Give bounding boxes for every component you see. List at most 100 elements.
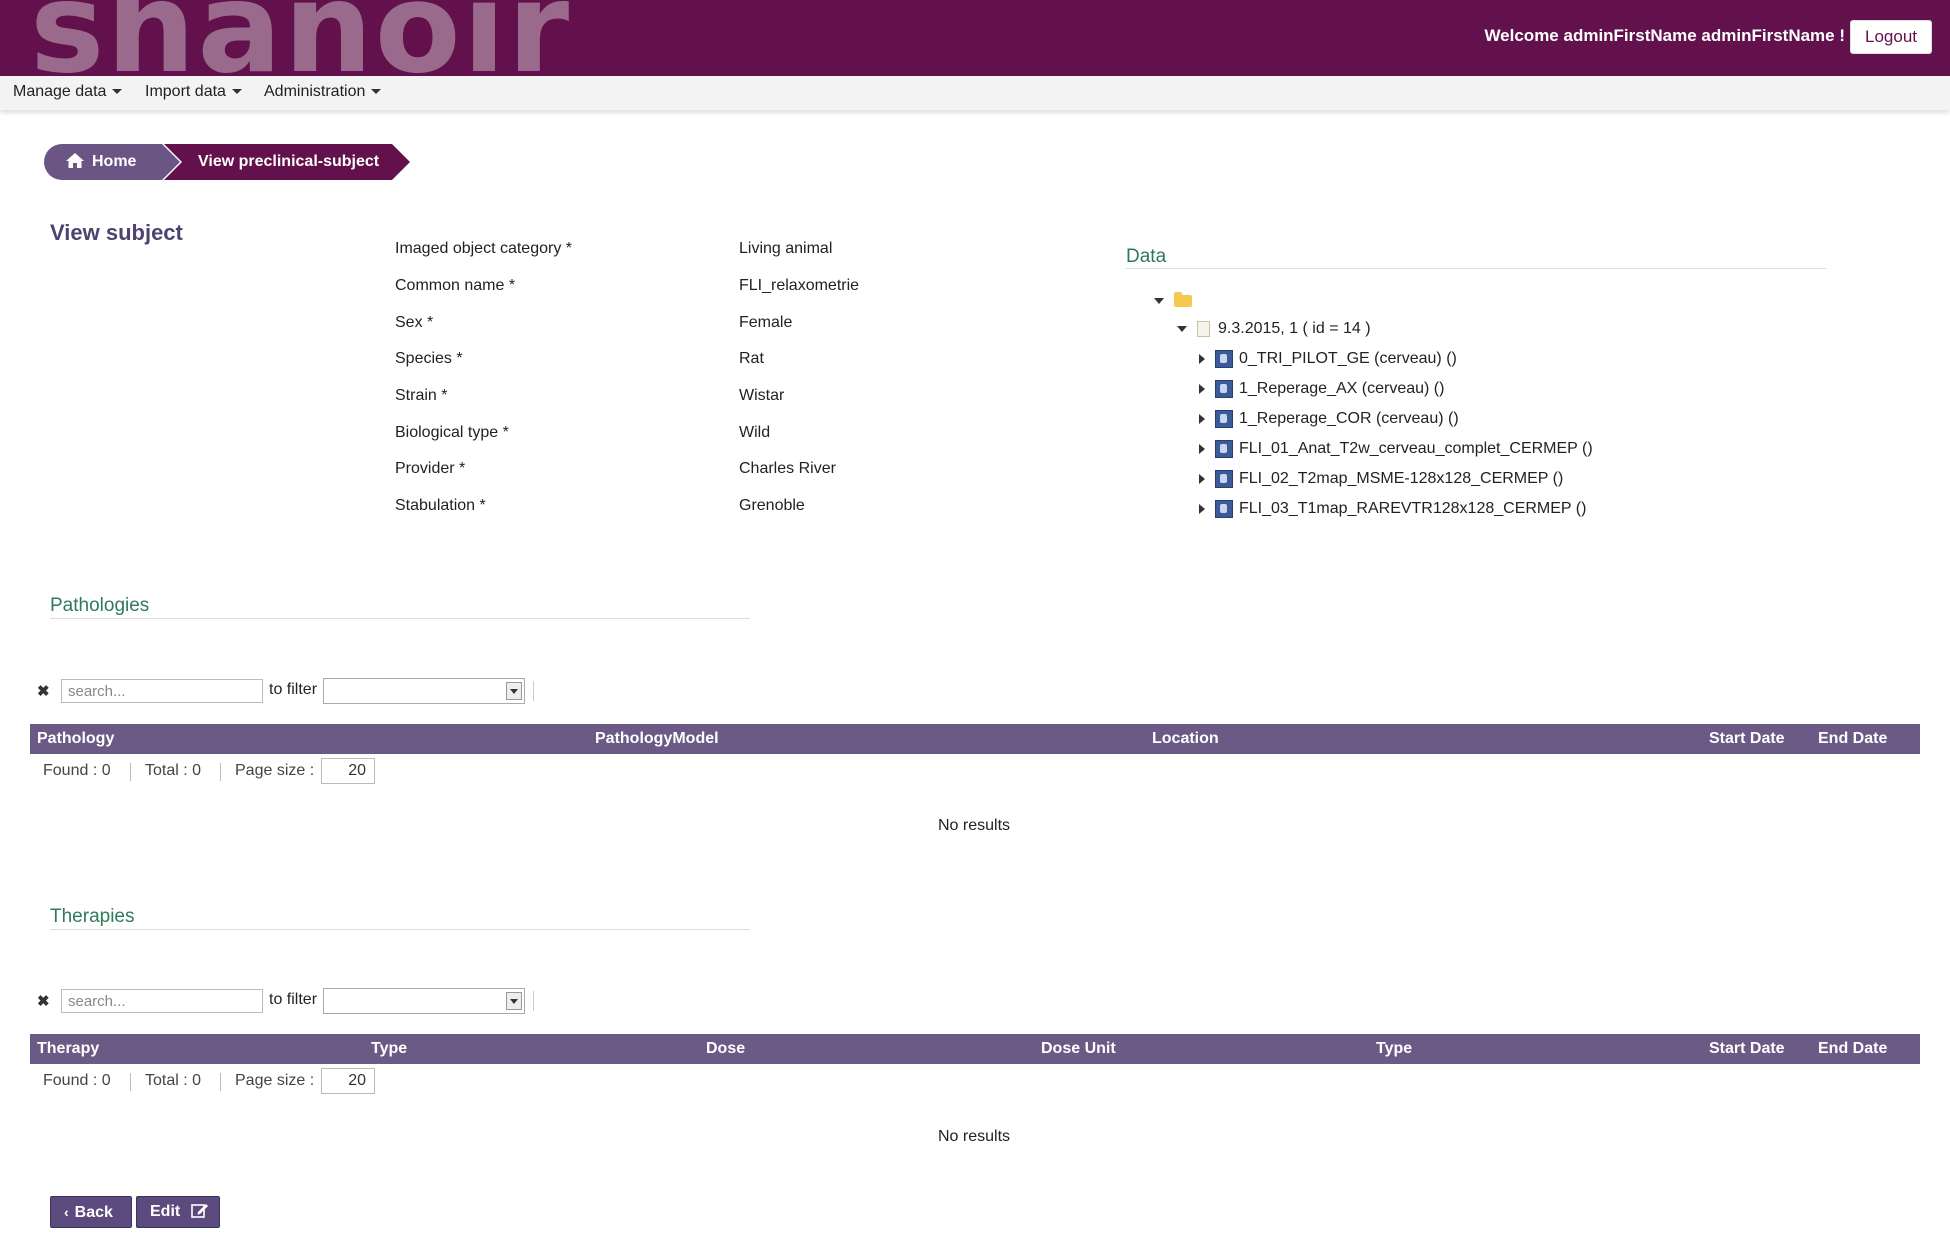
tree-serie[interactable]: FLI_01_Anat_T2w_cerveau_complet_CERMEP (… [1199,440,1593,458]
caret-down-icon[interactable] [1154,297,1164,304]
document-icon [1197,320,1210,337]
caret-right-icon[interactable] [1199,384,1205,394]
divider [50,929,750,930]
column-header[interactable]: Therapy [37,1040,99,1058]
field-label: Common name * [395,277,516,294]
field-label: Species * [395,350,463,367]
filter-label: to filter [269,681,318,698]
pathology-search-input[interactable] [61,679,263,703]
mri-serie-icon [1215,500,1233,518]
pathology-filter-select[interactable] [323,678,525,704]
mri-serie-icon [1215,350,1233,368]
main-navbar: Manage data Import data Administration [0,76,1950,110]
field-label: Imaged object category * [395,240,572,257]
field-label: Biological type * [395,424,509,441]
field-value: Female [739,314,793,331]
divider [130,763,131,781]
tree-exam[interactable]: 9.3.2015, 1 ( id = 14 ) [1177,320,1371,338]
tree-serie-label: 1_Reperage_COR (cerveau) () [1239,410,1459,428]
divider [220,763,221,781]
column-header[interactable]: End Date [1818,1040,1887,1058]
edit-button-label: Edit [150,1203,181,1220]
caret-right-icon[interactable] [1199,444,1205,454]
caret-right-icon[interactable] [1199,354,1205,364]
column-header[interactable]: Start Date [1709,1040,1785,1058]
breadcrumb-home-label: Home [92,153,137,170]
page-size-input[interactable] [321,1068,375,1094]
no-results-message: No results [938,817,1011,834]
edit-button[interactable]: Edit [136,1196,220,1228]
caret-right-icon[interactable] [1199,414,1205,424]
nav-administration[interactable]: Administration [264,83,382,101]
chevron-down-icon[interactable] [506,992,522,1010]
tree-serie-label: 0_TRI_PILOT_GE (cerveau) () [1239,350,1457,368]
page-size-label: Page size : [235,762,315,779]
field-label: Strain * [395,387,448,404]
field-value: Rat [739,350,764,367]
field-value: Living animal [739,240,833,257]
column-header[interactable]: Type [1376,1040,1412,1058]
divider [533,991,534,1011]
chevron-down-icon [112,89,123,95]
tree-serie[interactable]: 1_Reperage_AX (cerveau) () [1199,380,1444,398]
total-count: Total : 0 [145,762,202,779]
caret-down-icon[interactable] [1177,325,1187,332]
page-title: View subject [50,220,183,245]
nav-manage-data[interactable]: Manage data [13,83,123,101]
column-header[interactable]: End Date [1818,730,1887,748]
back-button-label: Back [74,1204,113,1221]
filter-label: to filter [269,991,318,1008]
total-count: Total : 0 [145,1072,202,1089]
breadcrumb-home[interactable]: Home [44,144,162,180]
caret-right-icon[interactable] [1199,504,1205,514]
tree-serie[interactable]: FLI_03_T1map_RAREVTR128x128_CERMEP () [1199,500,1586,518]
therapy-search-input[interactable] [61,989,263,1013]
no-results-message: No results [938,1128,1011,1145]
field-value: Grenoble [739,497,805,514]
divider [220,1073,221,1091]
nav-import-data[interactable]: Import data [145,83,242,101]
clear-search-icon[interactable]: ✖ [37,682,50,700]
caret-right-icon[interactable] [1199,474,1205,484]
nav-manage-data-label: Manage data [13,83,107,100]
divider [1126,268,1826,269]
logout-button[interactable]: Logout [1850,20,1932,54]
tree-serie[interactable]: 1_Reperage_COR (cerveau) () [1199,410,1459,428]
tree-serie-label: FLI_01_Anat_T2w_cerveau_complet_CERMEP (… [1239,440,1593,458]
field-label: Provider * [395,460,466,477]
found-count: Found : 0 [43,762,111,779]
therapy-filter-select[interactable] [323,988,525,1014]
column-header[interactable]: Dose Unit [1041,1040,1116,1058]
field-value: Wild [739,424,771,441]
clear-search-icon[interactable]: ✖ [37,992,50,1010]
column-header[interactable]: Pathology [37,730,114,748]
column-header[interactable]: PathologyModel [595,730,719,748]
nav-administration-label: Administration [264,83,366,100]
chevron-down-icon[interactable] [506,682,522,700]
page-size-label: Page size : [235,1072,315,1089]
shanoir-logo: shanoir [30,0,572,76]
edit-icon [190,1204,208,1218]
data-heading: Data [1126,246,1167,267]
tree-serie-label: FLI_02_T2map_MSME-128x128_CERMEP () [1239,470,1564,488]
column-header[interactable]: Start Date [1709,730,1785,748]
breadcrumb-current: View preclinical-subject [164,144,392,180]
field-value: FLI_relaxometrie [739,277,860,294]
therapies-heading: Therapies [50,906,135,927]
tree-serie[interactable]: FLI_02_T2map_MSME-128x128_CERMEP () [1199,470,1563,488]
nav-import-data-label: Import data [145,83,226,100]
field-label: Sex * [395,314,434,331]
column-header[interactable]: Type [371,1040,407,1058]
tree-root[interactable] [1154,291,1192,310]
page-size-input[interactable] [321,758,375,784]
found-count: Found : 0 [43,1072,111,1089]
field-value: Charles River [739,460,836,477]
column-header[interactable]: Location [1152,730,1219,748]
tree-exam-label: 9.3.2015, 1 ( id = 14 ) [1218,320,1371,337]
divider [50,618,750,619]
tree-serie[interactable]: 0_TRI_PILOT_GE (cerveau) () [1199,350,1457,368]
column-header[interactable]: Dose [706,1040,745,1058]
back-button[interactable]: ‹ Back [50,1196,132,1228]
divider [130,1073,131,1091]
chevron-down-icon [371,89,382,95]
